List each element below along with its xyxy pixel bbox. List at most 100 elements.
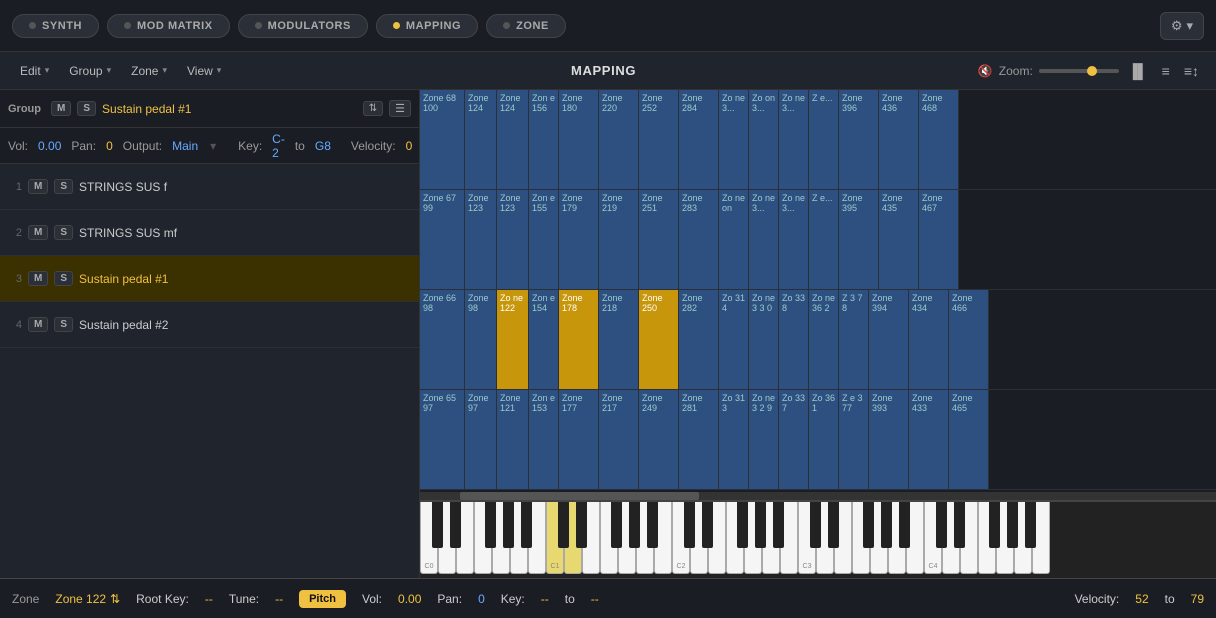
group-row[interactable]: 2 M S STRINGS SUS mf bbox=[0, 210, 419, 256]
zone-cell[interactable]: Zon e 155 bbox=[529, 190, 559, 289]
zone-cell[interactable]: Zone 178 bbox=[559, 290, 599, 389]
key-from-val[interactable]: C-2 bbox=[272, 132, 285, 160]
zone-cell[interactable]: Zone 249 bbox=[639, 390, 679, 489]
zone-cell[interactable]: Zone 281 bbox=[679, 390, 719, 489]
black-key[interactable] bbox=[521, 502, 532, 548]
zone-cell[interactable]: Zone 394 bbox=[869, 290, 909, 389]
black-key[interactable] bbox=[1025, 502, 1036, 548]
edit-menu[interactable]: Edit ▾ bbox=[12, 61, 57, 81]
zone-cell[interactable]: Zone 251 bbox=[639, 190, 679, 289]
zone-cell[interactable]: Zone 219 bbox=[599, 190, 639, 289]
zone-cell[interactable]: Zone 220 bbox=[599, 90, 639, 189]
zone-cell[interactable]: Zone 98 bbox=[465, 290, 497, 389]
zone-grid[interactable]: Zone 68 100Zone 124Zone 124Zon e 156Zone… bbox=[420, 90, 1216, 492]
zone-cell[interactable]: Z e... bbox=[809, 90, 839, 189]
zone-cell[interactable]: Zone 218 bbox=[599, 290, 639, 389]
key-to-val[interactable]: G8 bbox=[315, 139, 331, 153]
zone-cell[interactable]: Zone 121 bbox=[497, 390, 529, 489]
updown-btn[interactable]: ⇅ bbox=[363, 101, 383, 116]
row-m-btn[interactable]: M bbox=[28, 225, 48, 240]
zone-cell[interactable]: Zone 252 bbox=[639, 90, 679, 189]
zone-cell[interactable]: Zone 396 bbox=[839, 90, 879, 189]
zone-cell[interactable]: Zone 66 98 bbox=[420, 290, 465, 389]
black-key[interactable] bbox=[737, 502, 748, 548]
vel-from[interactable]: 0 bbox=[406, 139, 413, 153]
zone-cell[interactable]: Z e 3 77 bbox=[839, 390, 869, 489]
bottom-zone-name-btn[interactable]: Zone 122 ⇅ bbox=[55, 592, 120, 606]
tune-val[interactable]: -- bbox=[275, 592, 283, 606]
bottom-vol-val[interactable]: 0.00 bbox=[398, 592, 421, 606]
zone-cell[interactable]: Zone 124 bbox=[497, 90, 529, 189]
zone-cell[interactable]: Zone 180 bbox=[559, 90, 599, 189]
zone-cell[interactable]: Zo ne on bbox=[719, 190, 749, 289]
group-menu[interactable]: Group ▾ bbox=[61, 61, 119, 81]
bottom-vel-to-val[interactable]: 79 bbox=[1191, 592, 1204, 606]
black-key[interactable] bbox=[576, 502, 587, 548]
list-view-btn[interactable]: ≡ bbox=[1157, 61, 1175, 81]
row-s-btn[interactable]: S bbox=[54, 225, 73, 240]
bottom-vel-from[interactable]: 52 bbox=[1135, 592, 1148, 606]
bottom-key-to-val[interactable]: -- bbox=[591, 592, 599, 606]
view-menu[interactable]: View ▾ bbox=[179, 61, 229, 81]
black-key[interactable] bbox=[936, 502, 947, 548]
zone-cell[interactable]: Zo ne 3 3 0 bbox=[749, 290, 779, 389]
black-key[interactable] bbox=[828, 502, 839, 548]
zone-cell[interactable]: Zo ne 3... bbox=[779, 90, 809, 189]
row-m-btn[interactable]: M bbox=[28, 317, 48, 332]
waveform-icon-btn[interactable]: ▐▌ bbox=[1123, 61, 1153, 81]
zone-cell[interactable]: Zo 33 8 bbox=[779, 290, 809, 389]
zone-cell[interactable]: Zo 33 7 bbox=[779, 390, 809, 489]
black-key[interactable] bbox=[702, 502, 713, 548]
zone-cell[interactable]: Zone 68 100 bbox=[420, 90, 465, 189]
nav-mod-matrix[interactable]: MOD MATRIX bbox=[107, 14, 230, 38]
black-key[interactable] bbox=[558, 502, 569, 548]
zone-cell[interactable]: Zo ne 3... bbox=[779, 190, 809, 289]
zone-cell[interactable]: Z e... bbox=[809, 190, 839, 289]
zone-cell[interactable]: Zone 282 bbox=[679, 290, 719, 389]
zone-cell[interactable]: Zone 250 bbox=[639, 290, 679, 389]
output-val[interactable]: Main bbox=[172, 139, 198, 153]
row-s-btn[interactable]: S bbox=[54, 317, 73, 332]
zone-cell[interactable]: Zon e 153 bbox=[529, 390, 559, 489]
bottom-pan-val[interactable]: 0 bbox=[478, 592, 485, 606]
nav-modulators[interactable]: MODULATORS bbox=[238, 14, 368, 38]
zone-cell[interactable]: Zone 97 bbox=[465, 390, 497, 489]
black-key[interactable] bbox=[954, 502, 965, 548]
root-key-val[interactable]: -- bbox=[205, 592, 213, 606]
nav-zone[interactable]: ZONE bbox=[486, 14, 566, 38]
group-row[interactable]: 1 M S STRINGS SUS f bbox=[0, 164, 419, 210]
zone-cell[interactable]: Zone 433 bbox=[909, 390, 949, 489]
vol-val[interactable]: 0.00 bbox=[38, 139, 61, 153]
zone-cell[interactable]: Zone 435 bbox=[879, 190, 919, 289]
zone-cell[interactable]: Zo ne 3... bbox=[749, 190, 779, 289]
row-s-btn[interactable]: S bbox=[54, 271, 73, 286]
nav-synth[interactable]: SYNTH bbox=[12, 14, 99, 38]
black-key[interactable] bbox=[810, 502, 821, 548]
pitch-button[interactable]: Pitch bbox=[299, 590, 346, 608]
row-s-btn[interactable]: S bbox=[54, 179, 73, 194]
black-key[interactable] bbox=[755, 502, 766, 548]
black-key[interactable] bbox=[684, 502, 695, 548]
zone-cell[interactable]: Zone 465 bbox=[949, 390, 989, 489]
black-key[interactable] bbox=[503, 502, 514, 548]
scroll-bar[interactable] bbox=[420, 492, 1216, 500]
zone-cell[interactable]: Zo ne 36 2 bbox=[809, 290, 839, 389]
zone-cell[interactable]: Zone 436 bbox=[879, 90, 919, 189]
m-button[interactable]: M bbox=[51, 101, 71, 116]
bottom-key-val[interactable]: -- bbox=[541, 592, 549, 606]
zone-cell[interactable]: Zon e 156 bbox=[529, 90, 559, 189]
black-key[interactable] bbox=[450, 502, 461, 548]
alt-view-btn[interactable]: ≡↕ bbox=[1179, 61, 1204, 81]
zone-cell[interactable]: Zone 393 bbox=[869, 390, 909, 489]
black-key[interactable] bbox=[899, 502, 910, 548]
black-key[interactable] bbox=[629, 502, 640, 548]
zone-cell[interactable]: Zone 65 97 bbox=[420, 390, 465, 489]
zone-cell[interactable]: Zone 434 bbox=[909, 290, 949, 389]
black-key[interactable] bbox=[647, 502, 658, 548]
zone-cell[interactable]: Zone 468 bbox=[919, 90, 959, 189]
zone-cell[interactable]: Zone 283 bbox=[679, 190, 719, 289]
zone-cell[interactable]: Zone 466 bbox=[949, 290, 989, 389]
zone-cell[interactable]: Zone 67 99 bbox=[420, 190, 465, 289]
zone-cell[interactable]: Zone 123 bbox=[497, 190, 529, 289]
black-key[interactable] bbox=[432, 502, 443, 548]
